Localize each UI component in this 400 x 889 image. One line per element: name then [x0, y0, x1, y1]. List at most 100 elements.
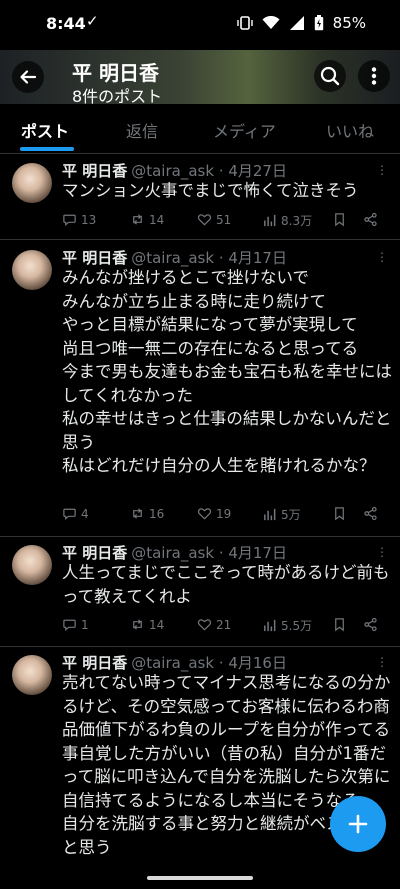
views-button[interactable]: 5.5万 — [262, 617, 312, 634]
tweet-date[interactable]: · 4月16日 — [219, 654, 287, 672]
tweet-actions: 1 14 21 5.5万 — [62, 617, 390, 637]
battery-icon — [314, 15, 323, 31]
tweet-handle[interactable]: @taira_ask — [131, 249, 214, 267]
active-tab-indicator — [20, 147, 74, 151]
tweet-author-name[interactable]: 平 明日香 — [62, 162, 127, 180]
more-vertical-icon — [371, 67, 377, 85]
reply-icon — [63, 214, 76, 226]
tweet-handle[interactable]: @taira_ask — [131, 162, 214, 180]
tweet[interactable]: 平 明日香 @taira_ask · 4月27日 ⋮ マンション火事でまじで怖くて… — [0, 155, 400, 240]
share-icon — [364, 617, 377, 632]
views-icon — [264, 619, 276, 632]
more-options-button[interactable] — [358, 60, 390, 92]
tweet-more-icon[interactable]: ⋮ — [376, 655, 388, 669]
bookmark-icon — [335, 507, 344, 521]
tweet-text: みんなが挫けるとこで挫けないで みんなが立ち止まる時に走り続けて やっと目標が結… — [62, 268, 392, 475]
share-icon — [364, 506, 377, 521]
search-button[interactable] — [314, 60, 346, 92]
tweet-author-name[interactable]: 平 明日香 — [62, 544, 127, 562]
signal-icon — [289, 16, 304, 30]
status-icons: 85% — [236, 14, 366, 32]
compose-button[interactable] — [330, 796, 386, 852]
view-count: 5.5万 — [281, 619, 313, 633]
views-icon — [264, 214, 276, 227]
tweet-text: 人生ってまじでここぞって時があるけど前もって教えてくれよ — [62, 563, 390, 606]
bookmark-button[interactable] — [332, 617, 347, 632]
tweet-actions: 13 14 51 8.3万 — [62, 212, 390, 232]
reply-button[interactable]: 4 — [62, 506, 89, 521]
repost-button[interactable]: 14 — [130, 212, 164, 227]
repost-icon — [133, 508, 142, 519]
tweet-handle[interactable]: @taira_ask — [131, 654, 214, 672]
tweet-more-icon[interactable]: ⋮ — [376, 250, 388, 264]
repost-button[interactable]: 14 — [130, 617, 164, 632]
tweet-more-icon[interactable]: ⋮ — [376, 545, 388, 559]
status-bar: 8:44 ✓ 85% — [0, 0, 400, 50]
avatar[interactable] — [12, 545, 52, 585]
repost-count: 14 — [149, 212, 165, 227]
repost-icon — [133, 619, 142, 630]
like-count: 21 — [216, 617, 232, 632]
like-button[interactable]: 19 — [197, 506, 231, 521]
bookmark-button[interactable] — [332, 212, 347, 227]
heart-icon — [197, 214, 212, 226]
tweet-date[interactable]: · 4月27日 — [219, 162, 287, 180]
tweet-date[interactable]: · 4月17日 — [219, 249, 287, 267]
tweet-actions: 4 16 19 5万 — [62, 506, 390, 526]
search-icon — [320, 66, 340, 86]
views-button[interactable]: 8.3万 — [262, 212, 312, 229]
reply-button[interactable]: 13 — [62, 212, 96, 227]
profile-header: 平 明日香 8件のポスト — [0, 50, 400, 104]
tab-media[interactable]: メディア — [213, 118, 276, 142]
back-button[interactable] — [12, 61, 44, 93]
battery-percent: 85% — [332, 14, 366, 32]
tab-likes[interactable]: いいね — [326, 118, 374, 142]
reply-icon — [63, 619, 76, 631]
view-count: 5万 — [281, 508, 301, 522]
tweet-header: 平 明日香 @taira_ask · 4月17日 — [62, 542, 287, 563]
like-count: 19 — [216, 506, 232, 521]
notification-check-icon: ✓ — [86, 12, 99, 30]
tweet[interactable]: 平 明日香 @taira_ask · 4月17日 ⋮ 人生ってまじでここぞって時が… — [0, 537, 400, 647]
repost-icon — [133, 214, 142, 225]
tweet-text: マンション火事でまじで怖くて泣きそう — [62, 181, 359, 200]
tweet[interactable]: 平 明日香 @taira_ask · 4月17日 ⋮ みんなが挫けるとこで挫けない… — [0, 240, 400, 537]
bookmark-button[interactable] — [332, 506, 347, 521]
plus-icon — [348, 814, 368, 834]
reply-count: 13 — [81, 212, 97, 227]
views-button[interactable]: 5万 — [262, 506, 301, 523]
share-button[interactable] — [363, 617, 378, 632]
tab-replies[interactable]: 返信 — [126, 118, 158, 142]
heart-icon — [197, 619, 212, 631]
avatar[interactable] — [12, 655, 52, 695]
tweet-header: 平 明日香 @taira_ask · 4月27日 — [62, 160, 287, 181]
share-button[interactable] — [363, 506, 378, 521]
views-icon — [264, 508, 276, 521]
profile-name: 平 明日香 — [72, 61, 159, 85]
tweet-handle[interactable]: @taira_ask — [131, 544, 214, 562]
reply-icon — [63, 508, 76, 520]
repost-button[interactable]: 16 — [130, 506, 164, 521]
heart-icon — [197, 508, 212, 520]
tweet-more-icon[interactable]: ⋮ — [376, 163, 388, 177]
reply-button[interactable]: 1 — [62, 617, 89, 632]
avatar[interactable] — [12, 163, 52, 203]
post-count: 8件のポスト — [72, 87, 163, 104]
tweet-author-name[interactable]: 平 明日香 — [62, 654, 127, 672]
avatar[interactable] — [12, 250, 52, 290]
status-time: 8:44 — [46, 14, 86, 33]
like-button[interactable]: 21 — [197, 617, 231, 632]
tweet-header: 平 明日香 @taira_ask · 4月16日 — [62, 652, 287, 673]
repost-count: 16 — [149, 506, 165, 521]
arrow-left-icon — [20, 70, 37, 84]
tab-posts[interactable]: ポスト — [21, 118, 69, 142]
tweet-date[interactable]: · 4月17日 — [219, 544, 287, 562]
share-button[interactable] — [363, 212, 378, 227]
view-count: 8.3万 — [281, 214, 313, 228]
bookmark-icon — [335, 618, 344, 632]
like-button[interactable]: 51 — [197, 212, 231, 227]
bookmark-icon — [335, 213, 344, 227]
gesture-nav-bar[interactable] — [147, 876, 253, 880]
tweet-author-name[interactable]: 平 明日香 — [62, 249, 127, 267]
wifi-icon — [262, 16, 280, 29]
